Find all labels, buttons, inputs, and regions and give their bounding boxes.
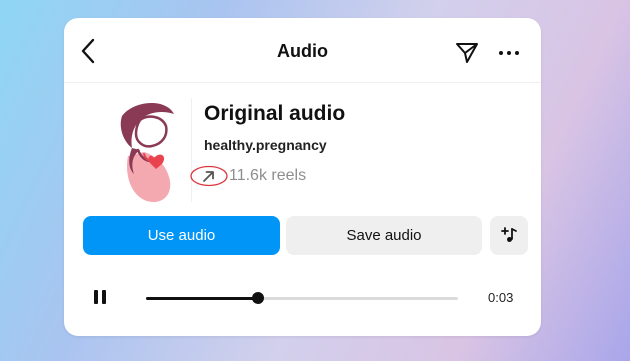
pause-icon — [94, 290, 98, 304]
audio-title: Original audio — [204, 102, 346, 125]
paper-plane-icon — [456, 43, 478, 63]
progress-track[interactable] — [146, 292, 458, 304]
add-music-button[interactable] — [490, 216, 528, 255]
more-options-button[interactable] — [497, 41, 521, 65]
progress-fill — [146, 297, 259, 300]
audio-card: Audio Original audio healthy.pregnancy 1… — [64, 18, 541, 336]
artist-name[interactable]: healthy.pregnancy — [204, 137, 327, 153]
save-audio-button[interactable]: Save audio — [286, 216, 482, 255]
header: Audio — [64, 18, 541, 83]
arrow-up-right-icon — [190, 165, 228, 187]
share-button[interactable] — [455, 41, 479, 65]
pause-button[interactable] — [92, 290, 108, 306]
add-music-icon — [501, 227, 517, 242]
reels-link-icon[interactable] — [189, 164, 229, 188]
pregnant-woman-illustration — [120, 102, 174, 203]
progress-knob[interactable] — [252, 292, 265, 304]
reels-count[interactable]: 11.6k reels — [229, 167, 306, 185]
playback-time: 0:03 — [488, 290, 514, 305]
audio-cover[interactable] — [94, 96, 192, 206]
more-horizontal-icon — [499, 51, 519, 55]
use-audio-button[interactable]: Use audio — [83, 216, 280, 255]
